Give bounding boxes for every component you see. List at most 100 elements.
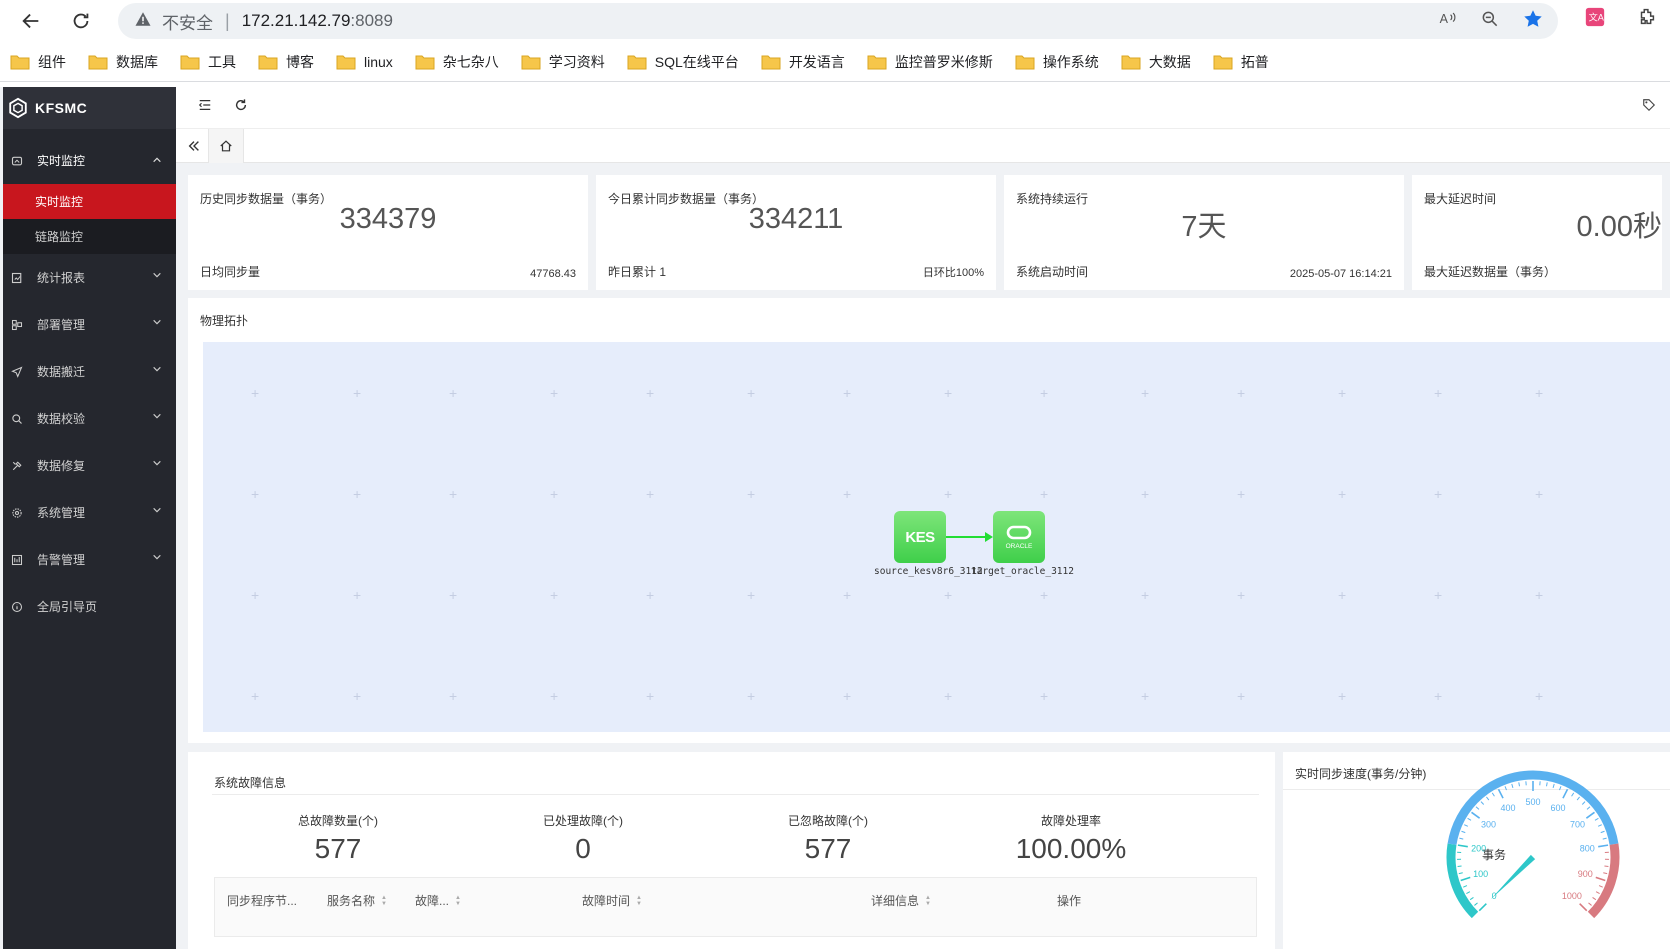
security-label[interactable]: 不安全 (162, 9, 213, 34)
grid-marker: + (944, 688, 953, 704)
chevron-down-icon (152, 363, 162, 377)
extensions-icon[interactable] (1636, 6, 1658, 33)
sort-icon[interactable]: ▲ ▼ (636, 895, 642, 907)
zoom-icon[interactable] (1480, 9, 1500, 34)
grid-marker: + (843, 385, 852, 401)
gauge-tick (1461, 830, 1466, 834)
table-column-header[interactable]: 故障时间 ▲ ▼ (582, 892, 642, 909)
target-node[interactable]: ORACLE (993, 511, 1045, 563)
folder-icon (1015, 55, 1035, 70)
chevron-down-icon (152, 457, 162, 471)
gauge-tick (1474, 902, 1478, 906)
sidebar-menu-label: 统计报表 (37, 271, 86, 285)
bookmark-item[interactable]: 大数据 (1121, 52, 1191, 72)
read-aloud-icon[interactable]: A (1438, 9, 1458, 34)
fault-stat: 已处理故障(个) 0 (493, 812, 673, 865)
bookmark-item[interactable]: 操作系统 (1015, 52, 1099, 72)
sidebar-menu-item[interactable]: 数据搬迁 (3, 348, 176, 395)
fault-stat-value: 577 (804, 833, 852, 864)
sidebar-menu-item[interactable]: 系统管理 (3, 489, 176, 536)
gauge-tick-label: 1000 (1562, 891, 1582, 901)
grid-marker: + (1535, 688, 1544, 704)
gauge-tick (1460, 876, 1471, 882)
grid-marker: + (1434, 385, 1443, 401)
sidebar-menu-label: 部署管理 (37, 318, 86, 332)
grid-marker: + (747, 587, 756, 603)
oracle-logo-icon (1006, 525, 1032, 539)
sidebar-menu-label: 全局引导页 (37, 600, 98, 614)
translate-extension-icon[interactable]: 文A (1584, 6, 1606, 33)
gauge-tick (1594, 817, 1599, 821)
sidebar-menu-item[interactable]: 数据校验 (3, 395, 176, 442)
sort-icon[interactable]: ▲ ▼ (925, 895, 931, 907)
gauge-tick (1603, 872, 1608, 875)
gauge-tick (1478, 903, 1487, 912)
bookmark-item[interactable]: 数据库 (88, 52, 158, 72)
reload-icon[interactable] (64, 4, 98, 38)
search-icon (11, 413, 25, 425)
repair-icon (11, 460, 25, 472)
column-label: 故障时间 (582, 894, 631, 908)
bookmark-item[interactable]: 杂七杂八 (415, 52, 499, 72)
sort-icon[interactable]: ▲ ▼ (381, 895, 387, 907)
address-bar[interactable]: 不安全 | 172.21.142.79 :8089 A (118, 3, 1558, 39)
summary-cards: 历史同步数据量（事务） 334379 日均同步量 47768.43 今日累计同步数据量（… (188, 175, 1662, 290)
gauge-tick-label: 800 (1580, 843, 1595, 853)
gauge-tick (1598, 844, 1609, 848)
app-logo[interactable]: KFSMC (3, 87, 176, 129)
double-chevron-left-icon[interactable] (180, 139, 208, 153)
back-icon[interactable] (14, 4, 48, 38)
fault-table-header: 同步程序节... 服务名称 ▲ ▼ 故障... ▲ ▼ 故障时间 ▲ ▼ 详细信息 ▲ ▼ 操作 (214, 877, 1257, 937)
grid-marker: + (843, 688, 852, 704)
gauge-tick (1480, 801, 1485, 805)
source-node[interactable]: KES (894, 511, 946, 563)
sidebar-menu-item[interactable]: 统计报表 (3, 254, 176, 301)
bookmark-item[interactable]: 博客 (258, 52, 314, 72)
gauge-tick-label: 600 (1550, 803, 1565, 813)
bookmark-label: 监控普罗米修斯 (894, 53, 993, 70)
grid-marker: + (1141, 385, 1150, 401)
grid-marker: + (646, 486, 655, 502)
sidebar-menu-item[interactable]: 全局引导页 (3, 583, 176, 630)
bookmark-item[interactable]: 组件 (10, 52, 66, 72)
refresh-icon[interactable] (234, 98, 248, 117)
grid-marker: + (1237, 688, 1246, 704)
home-tab[interactable] (208, 128, 244, 163)
sidebar-submenu-item[interactable]: 实时监控 (3, 184, 176, 219)
grid-marker: + (1338, 385, 1347, 401)
topology-canvas[interactable]: KES source_kesv8r6_3112 ORACLE target_or… (203, 342, 1670, 732)
sidebar-menu-item[interactable]: 实时监控 (3, 137, 176, 184)
gauge-tick (1571, 792, 1575, 797)
fault-stat: 已忽略故障(个) 577 (738, 812, 918, 865)
bookmark-item[interactable]: 拓普 (1213, 52, 1269, 72)
bookmark-item[interactable]: 监控普罗米修斯 (867, 52, 993, 72)
card-title: 最大延迟时间 (1424, 192, 1497, 206)
sidebar-menu-item[interactable]: 数据修复 (3, 442, 176, 489)
sidebar-submenu-label: 实时监控 (35, 195, 84, 209)
alarm-icon (11, 554, 25, 566)
gauge-tick-label: 100 (1473, 869, 1488, 879)
sidebar-submenu-item[interactable]: 链路监控 (3, 219, 176, 254)
favorite-star-icon[interactable] (1522, 8, 1544, 35)
sidebar-menu-item[interactable]: 告警管理 (3, 536, 176, 583)
sidebar-menu-item[interactable]: 部署管理 (3, 301, 176, 348)
table-column-header[interactable]: 服务名称 ▲ ▼ (327, 892, 387, 909)
bookmark-item[interactable]: linux (336, 53, 393, 70)
folder-icon (415, 55, 435, 70)
bookmark-item[interactable]: SQL在线平台 (627, 52, 739, 72)
table-column-header[interactable]: 故障... ▲ ▼ (415, 892, 461, 909)
gauge-tick (1518, 782, 1520, 787)
bookmark-label: 操作系统 (1042, 53, 1099, 70)
bookmark-item[interactable]: 学习资料 (521, 52, 605, 72)
gauge-tick (1552, 783, 1555, 788)
card-footer-label: 最大延迟数据量（事务） (1424, 265, 1557, 279)
chevron-up-icon (152, 154, 162, 168)
sort-icon[interactable]: ▲ ▼ (455, 895, 461, 907)
bookmark-item[interactable]: 开发语言 (761, 52, 845, 72)
menu-fold-icon[interactable] (198, 98, 212, 117)
bookmark-item[interactable]: 工具 (180, 52, 236, 72)
grid-marker: + (747, 385, 756, 401)
send-icon (11, 366, 25, 378)
url-port: :8089 (350, 11, 393, 30)
tag-icon[interactable] (1642, 98, 1656, 117)
